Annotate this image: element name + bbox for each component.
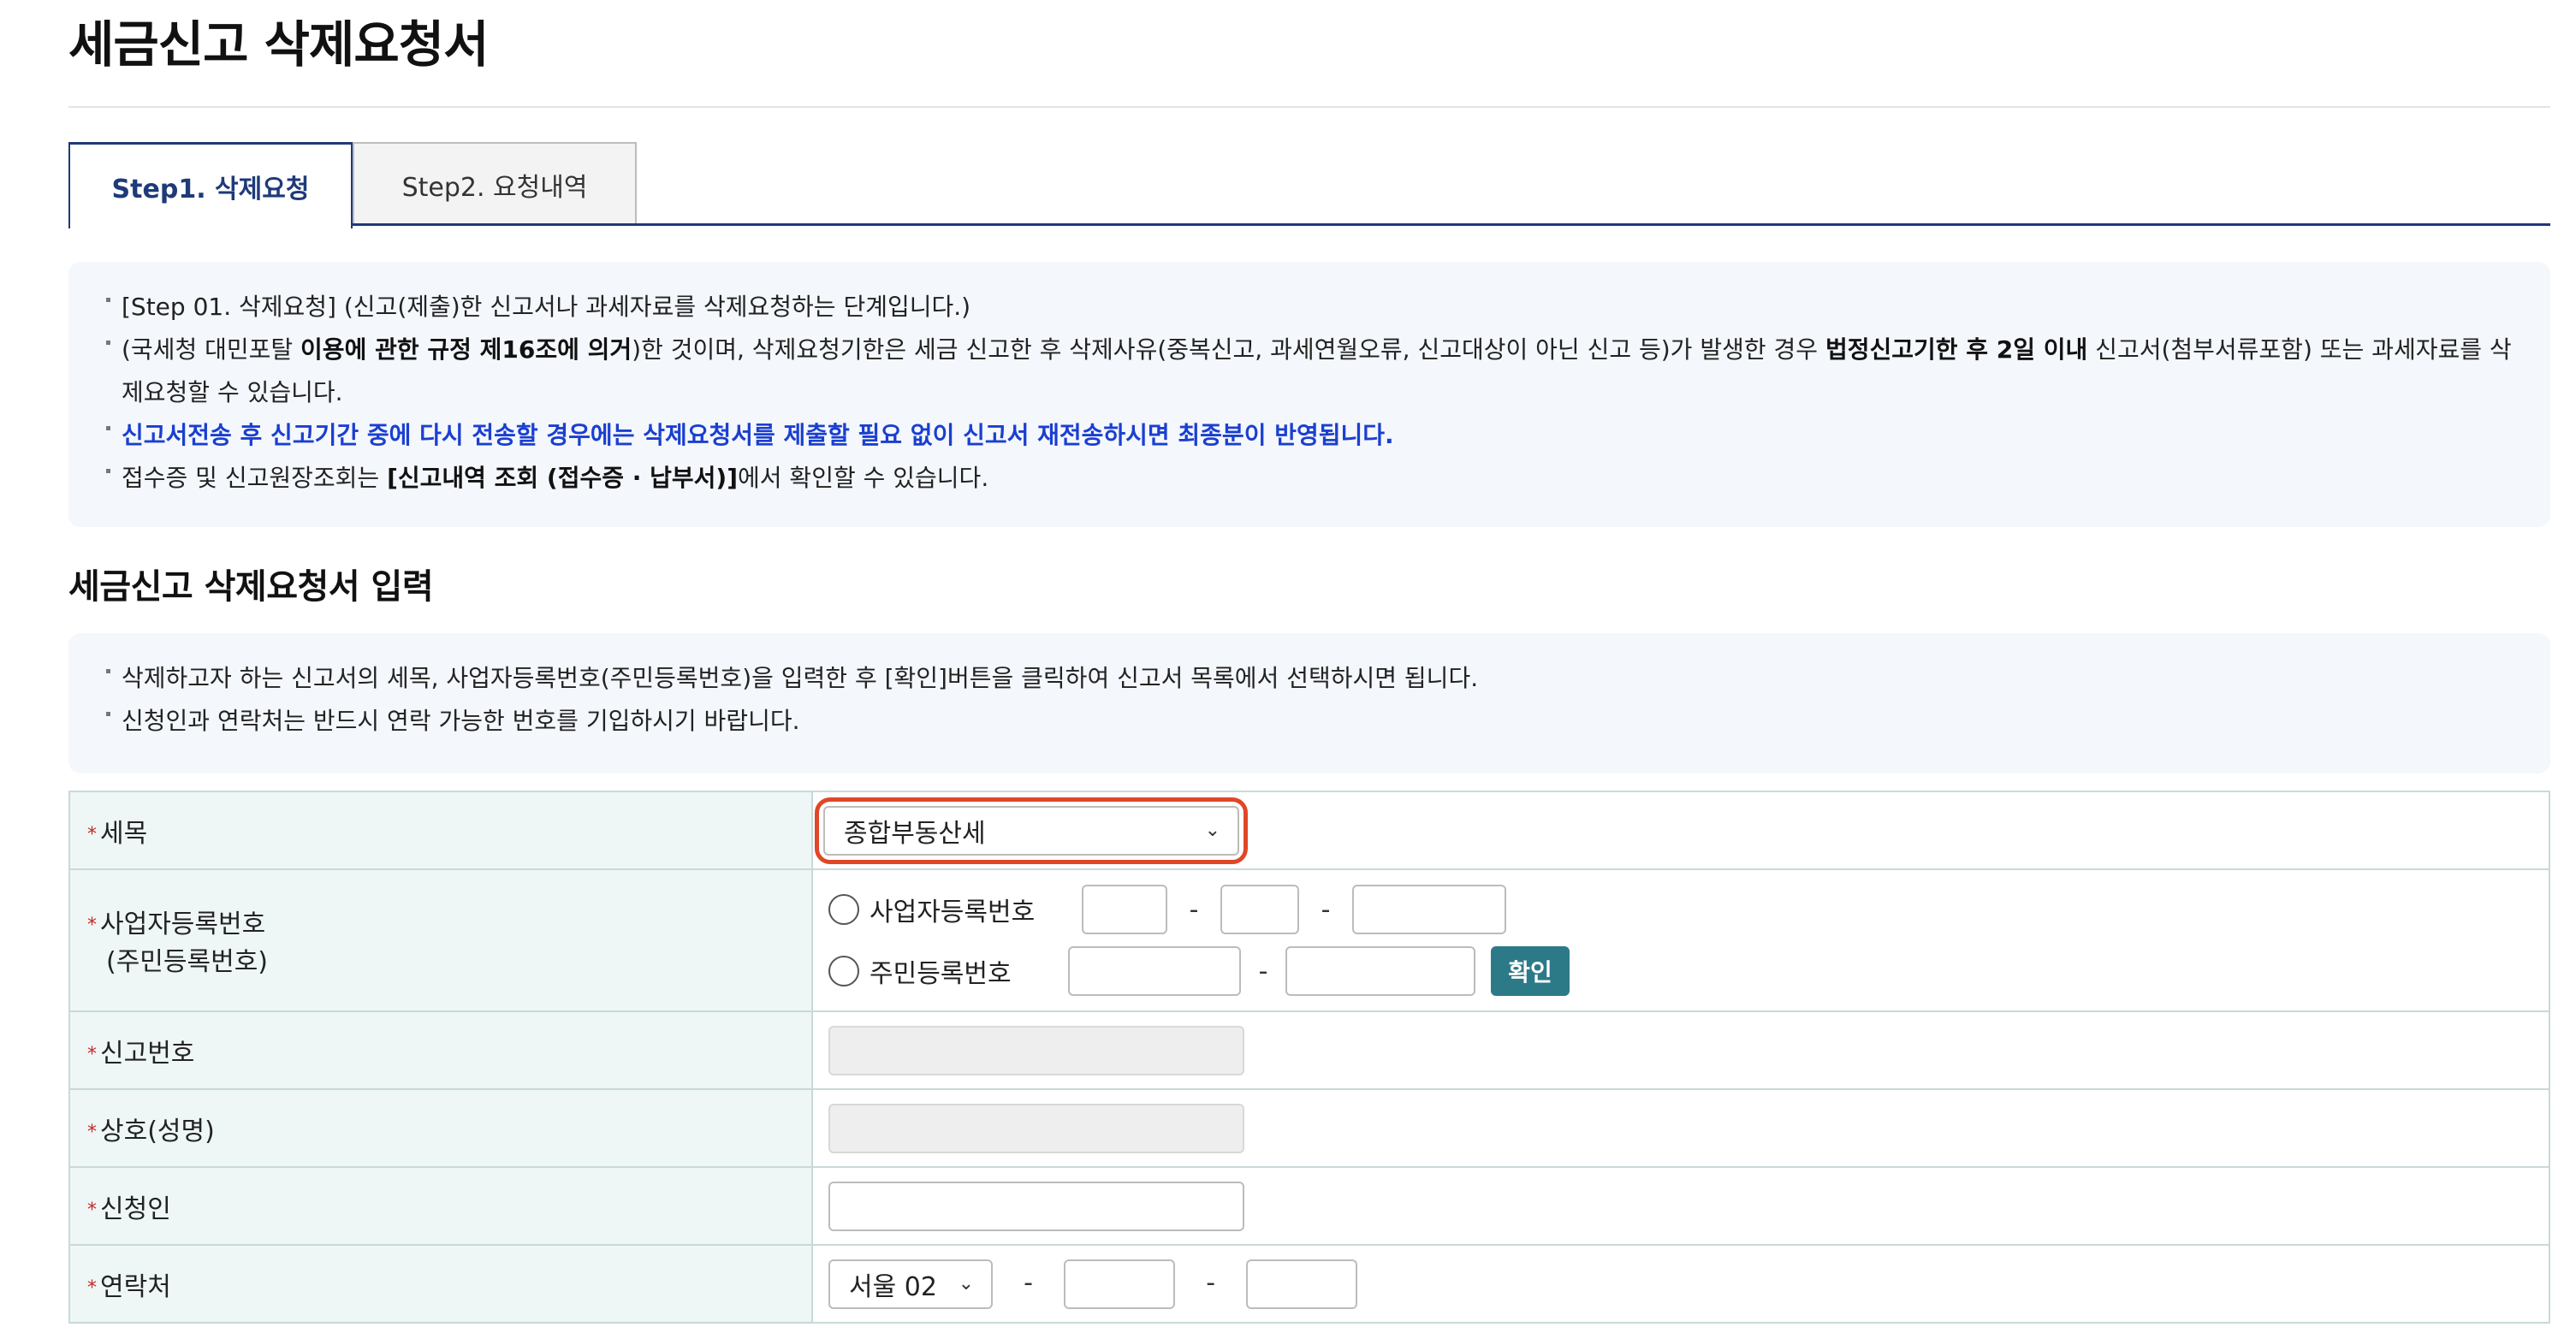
biz-number-part1-input[interactable] bbox=[1082, 885, 1167, 934]
required-mark: * bbox=[87, 915, 97, 936]
tab-step1-delete-request[interactable]: Step1. 삭제요청 bbox=[68, 142, 353, 228]
form-row-registration-number: * 사업자등록번호 (주민등록번호) 사업자등록번호 - - 주민등록번호 - … bbox=[68, 868, 2550, 1012]
field-value: 서울 02 ⌄ - - bbox=[811, 1244, 2550, 1324]
chevron-down-icon: ⌄ bbox=[1204, 820, 1220, 841]
radio-row-business: 사업자등록번호 - - bbox=[828, 879, 2549, 940]
applicant-input[interactable] bbox=[828, 1181, 1244, 1231]
form-row-tax-type: * 세목 종합부동산세 ⌄ bbox=[68, 791, 2550, 870]
radio-label: 사업자등록번호 bbox=[870, 898, 1036, 927]
notice-item-highlight: 신고서전송 후 신고기간 중에 다시 전송할 경우에는 삭제요청서를 제출할 필… bbox=[106, 414, 2513, 457]
field-value: 종합부동산세 ⌄ bbox=[811, 791, 2550, 870]
field-value bbox=[811, 1010, 2550, 1090]
field-label: * 연락처 bbox=[68, 1244, 813, 1324]
biz-number-part3-input[interactable] bbox=[1352, 885, 1506, 934]
required-mark: * bbox=[87, 1043, 97, 1065]
section-title: 세금신고 삭제요청서 입력 bbox=[68, 567, 434, 607]
form-row-report-number: * 신고번호 bbox=[68, 1010, 2550, 1090]
field-value: 사업자등록번호 - - 주민등록번호 - 확인 bbox=[811, 868, 2550, 1012]
notice-item: 신청인과 연락처는 반드시 연락 가능한 번호를 기입하시기 바랍니다. bbox=[106, 700, 2513, 743]
notice-box-steps: [Step 01. 삭제요청] (신고(제출)한 신고서나 과세자료를 삭제요청… bbox=[68, 262, 2550, 527]
dash-separator: - bbox=[1206, 1268, 1216, 1298]
field-label: * 세목 bbox=[68, 791, 813, 870]
biz-number-part2-input[interactable] bbox=[1220, 885, 1299, 934]
report-number-field bbox=[828, 1025, 1244, 1075]
notice-item: 접수증 및 신고원장조회는 [신고내역 조회 (접수증 · 납부서)]에서 확인… bbox=[106, 457, 2513, 500]
contact-middle-input[interactable] bbox=[1064, 1259, 1176, 1309]
contact-last-input[interactable] bbox=[1246, 1259, 1358, 1309]
field-label: * 신고번호 bbox=[68, 1010, 813, 1090]
field-label: * 신청인 bbox=[68, 1166, 813, 1246]
form-row-contact: * 연락처 서울 02 ⌄ - - bbox=[68, 1244, 2550, 1324]
dash-separator: - bbox=[1024, 1268, 1033, 1298]
chevron-down-icon: ⌄ bbox=[958, 1273, 974, 1294]
notice-box-input: 삭제하고자 하는 신고서의 세목, 사업자등록번호(주민등록번호)을 입력한 후… bbox=[68, 633, 2550, 773]
notice-item: 삭제하고자 하는 신고서의 세목, 사업자등록번호(주민등록번호)을 입력한 후… bbox=[106, 657, 2513, 700]
field-label: * 사업자등록번호 (주민등록번호) bbox=[68, 868, 813, 1012]
required-mark: * bbox=[87, 823, 97, 845]
field-label-sub: (주민등록번호) bbox=[106, 947, 269, 977]
delete-request-form: *세목 종합부동산세 ⌄ *사업자등록번호 (주민등록번호) 사업자등록번호 bbox=[68, 791, 2550, 1324]
form-row-applicant: * 신청인 bbox=[68, 1166, 2550, 1246]
tab-baseline bbox=[68, 223, 2550, 226]
confirm-button[interactable]: 확인 bbox=[1491, 946, 1570, 996]
notice-item: (국세청 대민포탈 이용에 관한 규정 제16조에 의거)한 것이며, 삭제요청… bbox=[106, 329, 2513, 414]
page: 세금신고 삭제요청서 Step1. 삭제요청 Step2. 요청내역 [Step… bbox=[0, 0, 2576, 1333]
company-name-field bbox=[828, 1103, 1244, 1153]
radio-label: 주민등록번호 bbox=[870, 959, 1012, 989]
page-title: 세금신고 삭제요청서 bbox=[68, 15, 489, 74]
title-divider bbox=[68, 106, 2550, 108]
dash-separator: - bbox=[1258, 956, 1268, 986]
required-mark: * bbox=[87, 1277, 97, 1299]
radio-resident-number[interactable] bbox=[828, 956, 859, 986]
step-tabs: Step1. 삭제요청 Step2. 요청내역 bbox=[68, 142, 2550, 228]
field-value bbox=[811, 1166, 2550, 1246]
notice-item: [Step 01. 삭제요청] (신고(제출)한 신고서나 과세자료를 삭제요청… bbox=[106, 286, 2513, 329]
dash-separator: - bbox=[1321, 894, 1331, 925]
radio-business-number[interactable] bbox=[828, 894, 859, 925]
resident-number-front-input[interactable] bbox=[1068, 946, 1241, 996]
highlight-box: 종합부동산세 ⌄ bbox=[815, 797, 1248, 864]
tax-type-select[interactable]: 종합부동산세 ⌄ bbox=[823, 805, 1239, 856]
field-label: * 상호(성명) bbox=[68, 1088, 813, 1168]
dash-separator: - bbox=[1189, 894, 1199, 925]
radio-row-resident: 주민등록번호 - 확인 bbox=[828, 940, 2549, 1002]
required-mark: * bbox=[87, 1199, 97, 1221]
required-mark: * bbox=[87, 1121, 97, 1143]
resident-number-back-input[interactable] bbox=[1285, 946, 1475, 996]
tab-step2-request-history[interactable]: Step2. 요청내역 bbox=[353, 142, 637, 226]
form-row-company-name: * 상호(성명) bbox=[68, 1088, 2550, 1168]
field-value bbox=[811, 1088, 2550, 1168]
area-code-select[interactable]: 서울 02 ⌄ bbox=[828, 1259, 993, 1309]
